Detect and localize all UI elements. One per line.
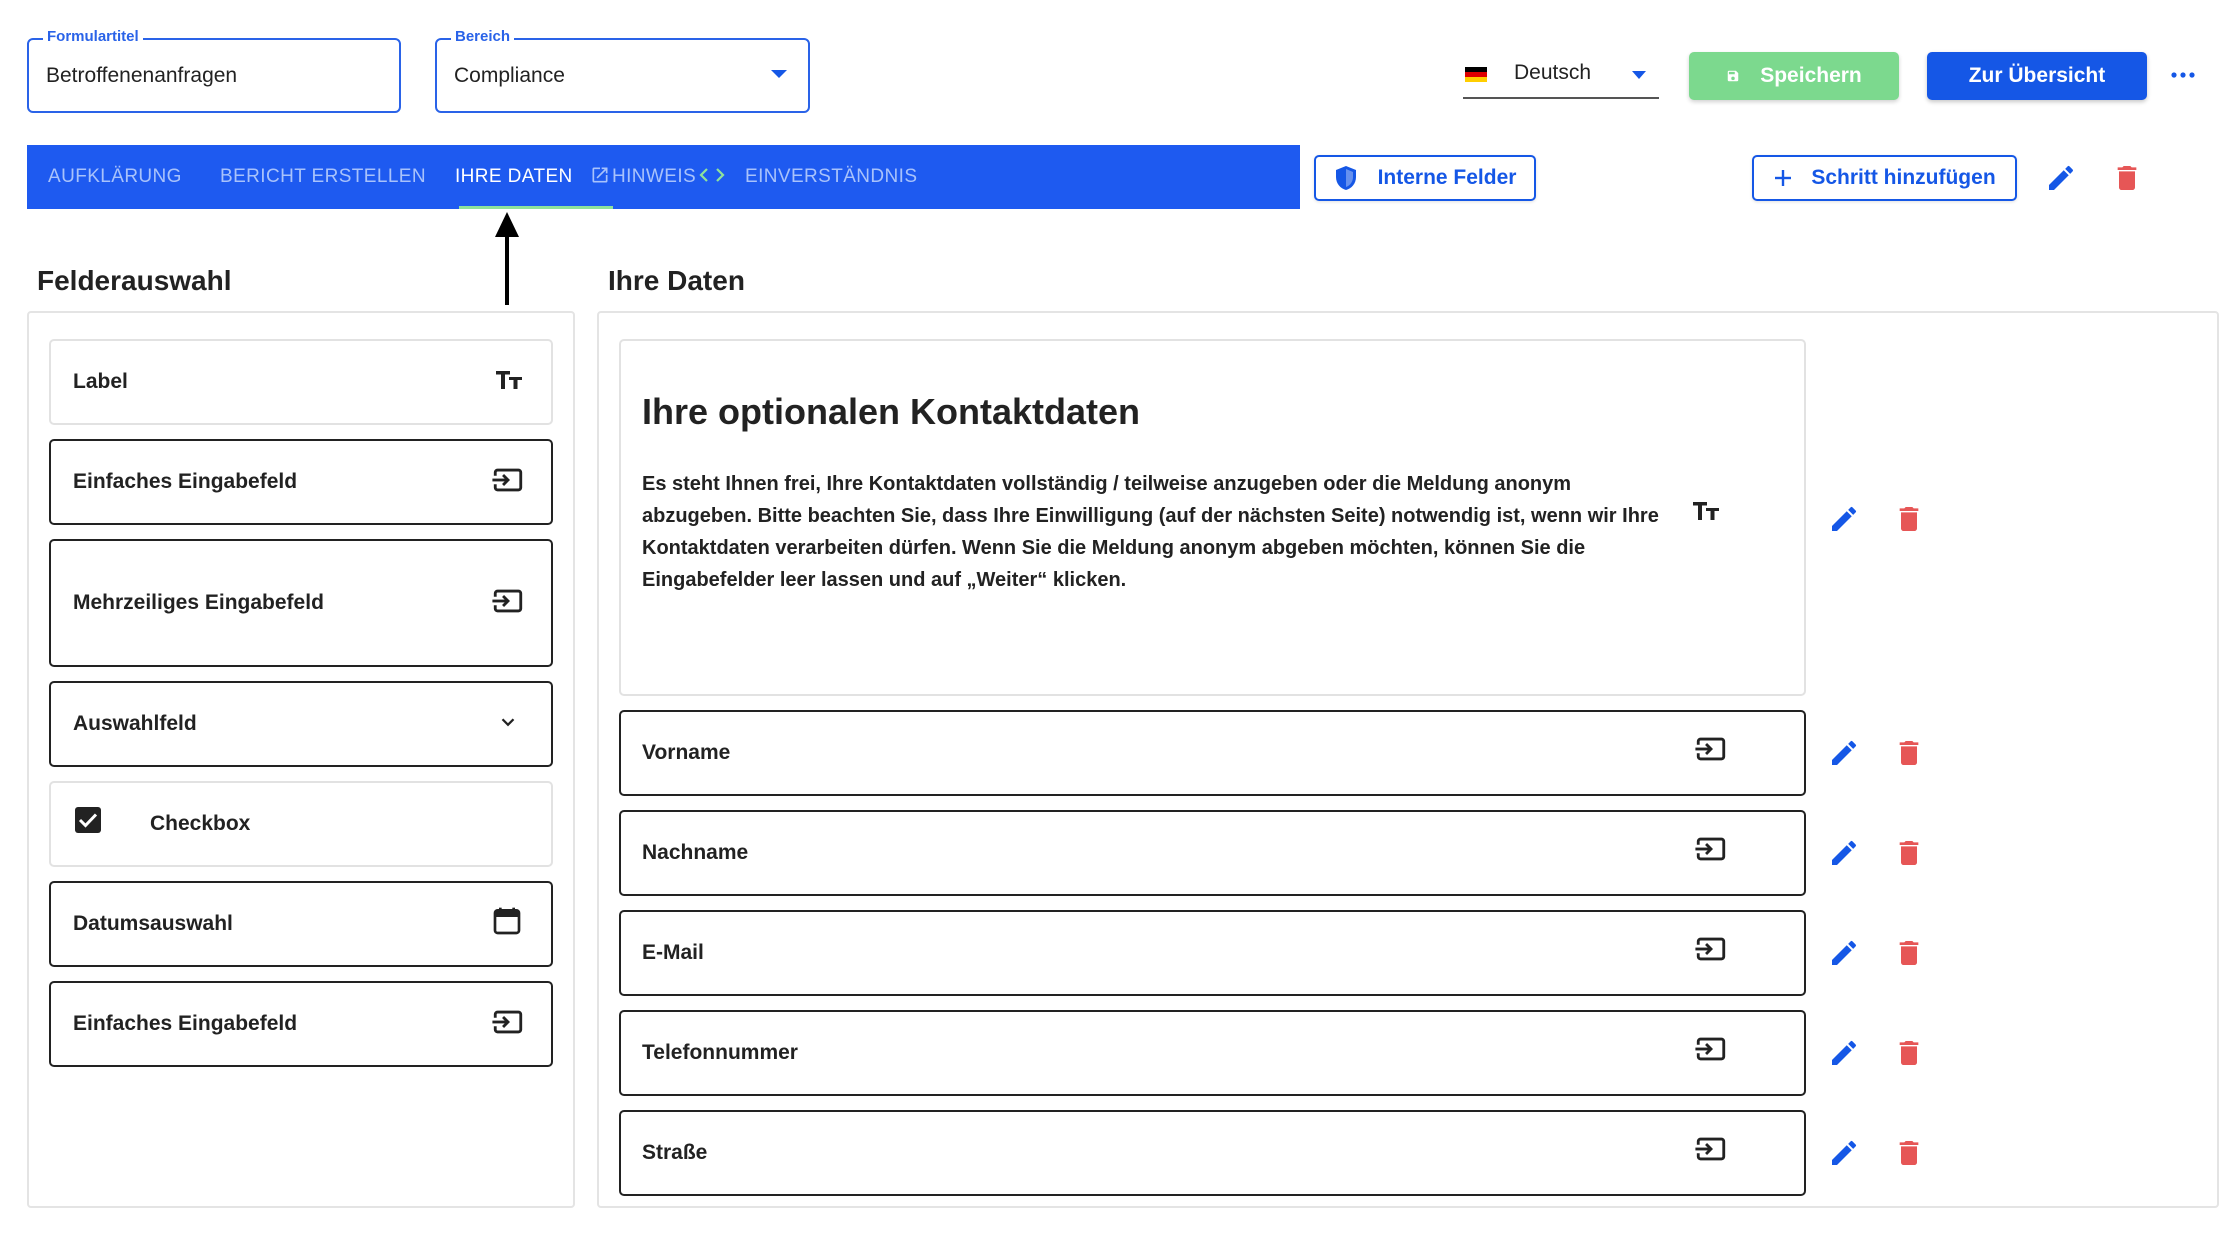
input-icon bbox=[491, 584, 525, 618]
input-icon bbox=[491, 463, 525, 497]
area-select[interactable]: Bereich Compliance bbox=[435, 28, 810, 113]
active-tab-indicator bbox=[459, 206, 613, 209]
form-title-label: Formulartitel bbox=[43, 28, 143, 45]
checkbox-checked-icon bbox=[75, 807, 101, 833]
internal-fields-label: Interne Felder bbox=[1377, 166, 1517, 189]
language-dropdown-icon bbox=[1632, 71, 1646, 79]
tab-ihre-daten[interactable]: IHRE DATEN bbox=[455, 145, 573, 209]
edit-field-icon[interactable] bbox=[1828, 737, 1860, 769]
edit-field-icon[interactable] bbox=[1828, 1137, 1860, 1169]
delete-field-icon[interactable] bbox=[1893, 1037, 1925, 1069]
tab-aufklaerung[interactable]: AUFKLÄRUNG bbox=[48, 145, 182, 209]
palette-item-simple-input-2[interactable]: Einfaches Eingabefeld bbox=[49, 981, 553, 1067]
form-title-value[interactable]: Betroffenenanfragen bbox=[46, 64, 237, 88]
area-label: Bereich bbox=[451, 28, 515, 45]
field-row-telefonnummer[interactable]: Telefonnummer bbox=[619, 1010, 1806, 1096]
delete-step-icon[interactable] bbox=[2111, 162, 2143, 194]
more-horizontal-icon[interactable] bbox=[2171, 69, 2195, 81]
text-block-heading: Ihre optionalen Kontaktdaten bbox=[642, 391, 1141, 432]
palette-title: Felderauswahl bbox=[37, 265, 232, 296]
language-value: Deutsch bbox=[1514, 61, 1592, 84]
step-canvas: Ihre optionalen Kontaktdaten Es steht Ih… bbox=[597, 311, 2219, 1208]
input-icon bbox=[1694, 732, 1728, 766]
tab-einverstaendnis[interactable]: EINVERSTÄNDNIS bbox=[745, 145, 917, 209]
code-icon bbox=[699, 168, 725, 182]
internal-fields-button[interactable]: Interne Felder bbox=[1314, 155, 1536, 201]
de-flag-icon bbox=[1465, 67, 1487, 82]
edit-field-icon[interactable] bbox=[1828, 1037, 1860, 1069]
tab-bericht-erstellen[interactable]: BERICHT ERSTELLEN bbox=[220, 145, 426, 209]
field-row-nachname[interactable]: Nachname bbox=[619, 810, 1806, 896]
delete-field-icon[interactable] bbox=[1893, 837, 1925, 869]
form-title-field[interactable]: Formulartitel Betroffenenanfragen bbox=[27, 28, 401, 113]
field-row-vorname[interactable]: Vorname bbox=[619, 710, 1806, 796]
step-title: Ihre Daten bbox=[608, 265, 745, 296]
area-value: Compliance bbox=[454, 64, 565, 87]
palette-item-checkbox[interactable]: Checkbox bbox=[49, 781, 553, 867]
annotation-arrow bbox=[495, 212, 519, 305]
input-icon bbox=[1694, 832, 1728, 866]
plus-icon bbox=[1775, 170, 1792, 186]
palette-item-multiline-input[interactable]: Mehrzeiliges Eingabefeld bbox=[49, 539, 553, 667]
overview-label: Zur Übersicht bbox=[1968, 64, 2106, 87]
shield-icon bbox=[1335, 166, 1356, 190]
field-row-strasse[interactable]: Straße bbox=[619, 1110, 1806, 1196]
palette-item-simple-input[interactable]: Einfaches Eingabefeld bbox=[49, 439, 553, 525]
chevron-down-icon bbox=[497, 711, 519, 733]
delete-field-icon[interactable] bbox=[1893, 737, 1925, 769]
edit-field-icon[interactable] bbox=[1828, 937, 1860, 969]
delete-text-block-icon[interactable] bbox=[1893, 503, 1925, 535]
save-label: Speichern bbox=[1760, 64, 1862, 87]
delete-field-icon[interactable] bbox=[1893, 1137, 1925, 1169]
language-select[interactable]: Deutsch bbox=[1463, 55, 1659, 99]
edit-step-icon[interactable] bbox=[2045, 162, 2077, 194]
text-block-card[interactable]: Ihre optionalen Kontaktdaten Es steht Ih… bbox=[619, 339, 1806, 696]
text-size-icon bbox=[495, 369, 523, 391]
step-tabbar: AUFKLÄRUNG BERICHT ERSTELLEN IHRE DATEN … bbox=[27, 145, 1300, 209]
field-row-email[interactable]: E-Mail bbox=[619, 910, 1806, 996]
edit-text-block-icon[interactable] bbox=[1828, 503, 1860, 535]
text-size-icon bbox=[1692, 500, 1720, 522]
tab-hinweis[interactable]: HINWEIS bbox=[590, 145, 725, 209]
palette-item-select[interactable]: Auswahlfeld bbox=[49, 681, 553, 767]
palette-item-label[interactable]: Label bbox=[49, 339, 553, 425]
edit-field-icon[interactable] bbox=[1828, 837, 1860, 869]
add-step-button[interactable]: Schritt hinzufügen bbox=[1752, 155, 2017, 201]
input-icon bbox=[1694, 1132, 1728, 1166]
field-palette: Label Einfaches Eingabefeld Mehrzeiliges… bbox=[27, 311, 575, 1208]
palette-item-date-picker[interactable]: Datumsauswahl bbox=[49, 881, 553, 967]
dropdown-arrow-icon bbox=[771, 70, 787, 78]
input-icon bbox=[1694, 1032, 1728, 1066]
save-button[interactable]: Speichern bbox=[1689, 52, 1899, 100]
input-icon bbox=[491, 1005, 525, 1039]
delete-field-icon[interactable] bbox=[1893, 937, 1925, 969]
add-step-label: Schritt hinzufügen bbox=[1811, 166, 1996, 189]
calendar-icon bbox=[491, 905, 523, 937]
overview-button[interactable]: Zur Übersicht bbox=[1927, 52, 2147, 100]
open-external-icon bbox=[592, 167, 608, 183]
text-block-body: Es steht Ihnen frei, Ihre Kontaktdaten v… bbox=[642, 473, 1659, 591]
save-icon bbox=[1727, 70, 1739, 82]
input-icon bbox=[1694, 932, 1728, 966]
